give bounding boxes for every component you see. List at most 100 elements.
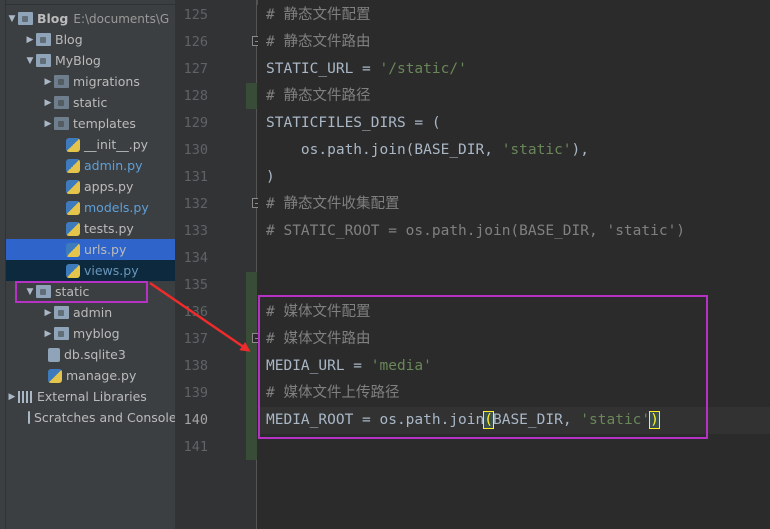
tree-item-models-py[interactable]: models.py [6, 197, 175, 218]
collapse-arrow-icon[interactable]: ▶ [24, 35, 36, 45]
project-tree-panel: ▼ Blog E:\documents\G ▶ Blog ▼ MyBlog ▶ … [6, 0, 175, 529]
folder-icon [54, 306, 69, 319]
line-number: 141 [183, 439, 208, 455]
python-file-icon [66, 137, 80, 152]
collapse-arrow-icon[interactable]: ▶ [42, 98, 54, 108]
tree-item-label: admin [73, 305, 113, 320]
folder-icon [54, 96, 69, 109]
collapse-arrow-icon[interactable]: ▶ [42, 329, 54, 339]
code-line-130[interactable]: os.path.join(BASE_DIR, 'static'), [266, 137, 589, 164]
collapse-arrow-icon[interactable]: ▶ [42, 77, 54, 87]
tree-root-label: Blog [37, 11, 69, 26]
code-line-133[interactable]: # STATIC_ROOT = os.path.join(BASE_DIR, '… [266, 218, 685, 245]
tree-item-admin[interactable]: ▶ admin [6, 302, 175, 323]
line-number: 134 [183, 250, 208, 266]
tree-item-urls-py[interactable]: urls.py [6, 239, 175, 260]
line-number: 139 [183, 385, 208, 401]
tree-item-manage-py[interactable]: manage.py [6, 365, 175, 386]
code-string: 'static' [501, 142, 572, 158]
tree-item-label: Scratches and Console [34, 410, 175, 425]
tree-item-label: static [73, 95, 108, 110]
code-token: os.path.join(BASE_DIR, [266, 142, 502, 158]
python-file-icon [66, 263, 80, 278]
tree-item-label: __init__.py [84, 137, 149, 152]
scratches-icon [28, 411, 30, 424]
line-number: 133 [183, 223, 208, 239]
annotation-box-media-settings [258, 295, 708, 439]
tree-item-myblog[interactable]: ▶ myblog [6, 323, 175, 344]
code-line-128[interactable]: # 静态文件路径 [266, 83, 370, 110]
tree-item-label: urls.py [84, 242, 127, 257]
library-icon [18, 390, 32, 403]
line-number: 132 [183, 196, 208, 212]
code-token: ), [571, 142, 590, 158]
vcs-change-marker[interactable] [246, 83, 257, 109]
folder-icon [54, 327, 69, 340]
line-number: 135 [183, 277, 208, 293]
code-line-126[interactable]: # 静态文件路由 [266, 29, 370, 56]
code-line-131[interactable]: ) [266, 164, 275, 191]
line-number: 131 [183, 169, 208, 185]
tree-item-label: manage.py [66, 368, 137, 383]
line-number: 126 [183, 34, 208, 50]
expand-arrow-icon[interactable]: ▼ [6, 14, 18, 24]
folder-icon [18, 12, 33, 25]
tree-item-label: templates [73, 116, 136, 131]
python-file-icon [66, 221, 80, 236]
tree-item-myblog[interactable]: ▼ MyBlog [6, 50, 175, 71]
line-number-current: 140 [183, 412, 208, 428]
tree-item-label: db.sqlite3 [64, 347, 126, 362]
tree-item-blog[interactable]: ▶ Blog [6, 29, 175, 50]
collapse-arrow-icon[interactable]: ▶ [42, 308, 54, 318]
line-number: 138 [183, 358, 208, 374]
tree-item-init-py[interactable]: __init__.py [6, 134, 175, 155]
tree-item-external-libraries[interactable]: ▶ External Libraries [6, 386, 175, 407]
code-line-129[interactable]: STATICFILES_DIRS = ( [266, 110, 441, 137]
tree-item-label: views.py [84, 263, 139, 278]
code-line-125[interactable]: # 静态文件配置 [266, 2, 370, 29]
folder-icon [54, 75, 69, 88]
tree-item-scratches[interactable]: Scratches and Console [6, 407, 175, 428]
tree-root-path: E:\documents\G [73, 11, 170, 26]
tree-item-label: myblog [73, 326, 120, 341]
code-token: STATIC_URL = [266, 61, 380, 77]
line-number: 127 [183, 61, 208, 77]
tree-root-blog[interactable]: ▼ Blog E:\documents\G [6, 8, 175, 29]
collapse-arrow-icon[interactable]: ▶ [42, 119, 54, 129]
tree-item-static-inner[interactable]: ▶ static [6, 92, 175, 113]
vcs-change-marker[interactable] [246, 272, 257, 460]
database-file-icon [48, 347, 60, 362]
tree-item-label: models.py [84, 200, 149, 215]
tree-item-views-py[interactable]: views.py [6, 260, 175, 281]
code-string: '/static/' [379, 61, 467, 77]
line-number: 130 [183, 142, 208, 158]
tree-item-label: migrations [73, 74, 140, 89]
code-line-127[interactable]: STATIC_URL = '/static/' [266, 56, 467, 83]
folder-icon [36, 33, 51, 46]
folder-icon [54, 117, 69, 130]
tree-item-label: apps.py [84, 179, 134, 194]
expand-arrow-icon[interactable]: ▼ [24, 56, 36, 66]
collapse-arrow-icon[interactable]: ▶ [6, 392, 18, 402]
tree-item-apps-py[interactable]: apps.py [6, 176, 175, 197]
tree-item-label: admin.py [84, 158, 143, 173]
line-number: 128 [183, 88, 208, 104]
tree-item-label: tests.py [84, 221, 134, 236]
line-number: 129 [183, 115, 208, 131]
python-file-icon [66, 242, 80, 257]
tree-item-db-sqlite3[interactable]: db.sqlite3 [6, 344, 175, 365]
folder-icon [36, 54, 51, 67]
tree-item-label: External Libraries [37, 389, 147, 404]
line-number: 137 [183, 331, 208, 347]
annotation-box-static-folder [15, 281, 148, 303]
tree-item-templates[interactable]: ▶ templates [6, 113, 175, 134]
tree-item-admin-py[interactable]: admin.py [6, 155, 175, 176]
line-number: 136 [183, 304, 208, 320]
python-file-icon [66, 179, 80, 194]
tree-item-label: MyBlog [55, 53, 101, 68]
tree-item-tests-py[interactable]: tests.py [6, 218, 175, 239]
tree-item-migrations[interactable]: ▶ migrations [6, 71, 175, 92]
tree-item-label: Blog [55, 32, 83, 47]
code-line-132[interactable]: # 静态文件收集配置 [266, 191, 399, 218]
project-panel-header [6, 0, 175, 5]
